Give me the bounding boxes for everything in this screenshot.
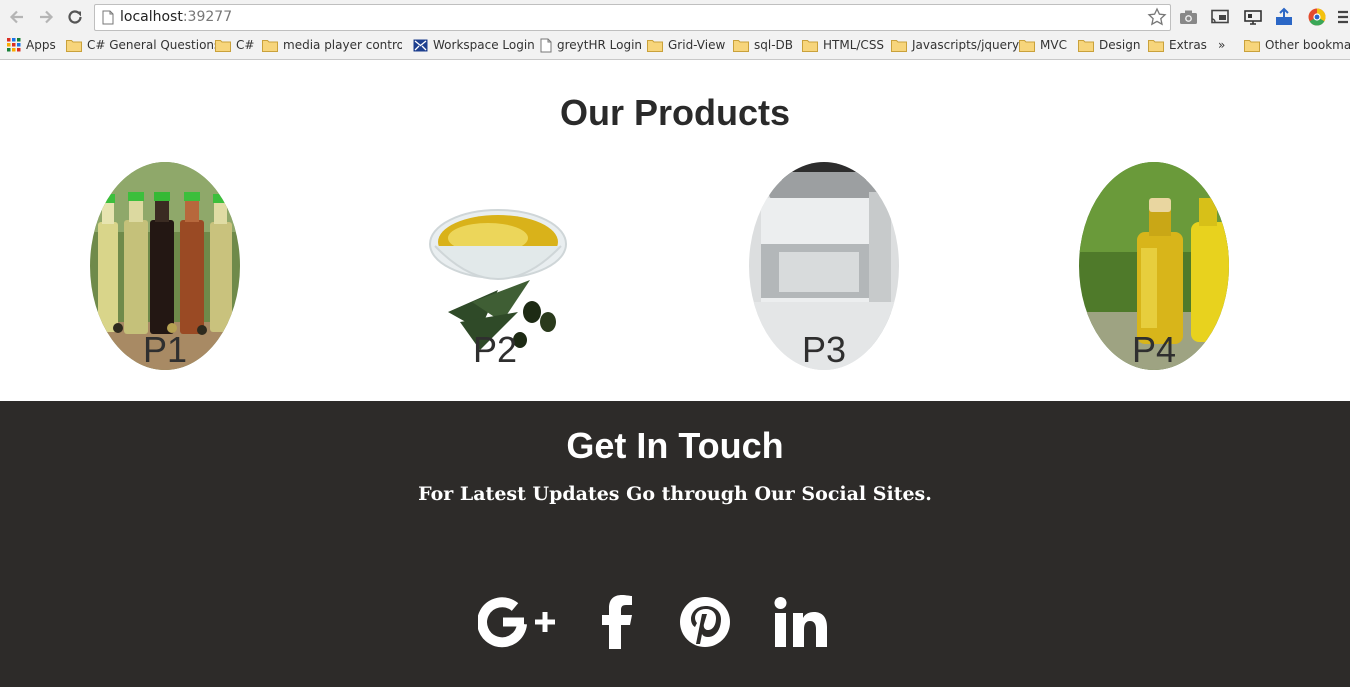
bookmark-label: C# General Questions xyxy=(87,38,221,52)
bookmarks-overflow-button[interactable]: » xyxy=(1218,37,1225,53)
folder-icon xyxy=(215,39,231,52)
overflow-chevron-icon: » xyxy=(1218,38,1226,52)
upload-extension[interactable] xyxy=(1274,7,1294,27)
bookmark-javascripts-jquery[interactable]: Javascripts/jquery xyxy=(891,37,1019,53)
upload-icon xyxy=(1276,7,1292,25)
products-section: Our Products P1 P2 P3 P4 xyxy=(0,60,1350,401)
product-label: P4 xyxy=(1131,329,1177,370)
bookmark-star-icon[interactable] xyxy=(1147,7,1167,27)
bookmark-label: sql-DB xyxy=(754,38,794,52)
product-label: P2 xyxy=(472,329,518,370)
bookmark-label: Grid-View xyxy=(668,38,726,52)
bookmark-label: Extras xyxy=(1169,38,1207,52)
mirror-extension[interactable] xyxy=(1243,7,1263,27)
linkedin-icon xyxy=(774,597,827,647)
folder-icon xyxy=(647,39,663,52)
screen-mirror-icon xyxy=(1244,10,1262,25)
bookmark-html-css[interactable]: HTML/CSS xyxy=(802,37,884,53)
other-bookmarks-label: Other bookmarks xyxy=(1265,38,1350,52)
back-button[interactable] xyxy=(6,6,28,28)
bookmarks-bar: Apps C# General Questions C# media playe… xyxy=(0,34,1350,56)
contact-subtitle: For Latest Updates Go through Our Social… xyxy=(418,483,932,505)
address-bar[interactable]: localhost:39277 xyxy=(94,4,1171,31)
google-plus-link[interactable] xyxy=(477,593,557,651)
contact-section: Get In Touch For Latest Updates Go throu… xyxy=(0,401,1350,687)
bookmark-extras[interactable]: Extras xyxy=(1148,37,1207,53)
folder-icon xyxy=(891,39,907,52)
product-label: P1 xyxy=(142,329,188,370)
folder-icon xyxy=(1148,39,1164,52)
color-picker-icon xyxy=(1308,8,1326,26)
folder-icon xyxy=(1019,39,1035,52)
pinterest-link[interactable] xyxy=(677,593,733,651)
bookmark-label: greytHR Login xyxy=(557,38,643,52)
bookmark-csharp[interactable]: C# xyxy=(215,37,254,53)
bookmark-workspace-login[interactable]: Workspace Login xyxy=(413,37,535,53)
page-icon xyxy=(540,38,552,52)
browser-chrome: localhost:39277 Apps C# General Question… xyxy=(0,0,1350,60)
google-plus-icon xyxy=(478,597,555,648)
bookmark-design[interactable]: Design xyxy=(1078,37,1140,53)
page-icon xyxy=(102,10,114,25)
camera-icon xyxy=(1179,10,1197,24)
apps-grid-icon xyxy=(7,38,21,52)
product-card-p4[interactable]: P4 xyxy=(1079,162,1229,370)
linkedin-link[interactable] xyxy=(772,593,830,651)
bookmark-label: C# xyxy=(236,38,255,52)
bookmark-sql-db[interactable]: sql-DB xyxy=(733,37,793,53)
bookmark-apps[interactable]: Apps xyxy=(7,37,56,53)
cast-icon xyxy=(1211,9,1229,24)
reload-icon xyxy=(68,10,82,24)
bookmark-label: Javascripts/jquery xyxy=(912,38,1020,52)
facebook-link[interactable] xyxy=(597,593,637,651)
back-arrow-icon xyxy=(9,10,23,24)
pinterest-icon xyxy=(680,597,730,647)
forward-button[interactable] xyxy=(35,6,57,28)
reload-button[interactable] xyxy=(64,6,86,28)
bookmark-grid-view[interactable]: Grid-View xyxy=(647,37,725,53)
bookmark-label: MVC xyxy=(1040,38,1067,52)
folder-icon xyxy=(1244,39,1260,52)
bookmark-media-player[interactable]: media player control \ xyxy=(262,37,402,53)
browser-toolbar: localhost:39277 xyxy=(0,0,1350,34)
chrome-menu-button[interactable] xyxy=(1336,7,1350,27)
bookmark-label: Design xyxy=(1099,38,1141,52)
workspace-mail-icon xyxy=(413,39,428,51)
forward-arrow-icon xyxy=(40,10,54,24)
facebook-icon xyxy=(602,595,632,649)
product-label: P3 xyxy=(801,329,847,370)
url-text: localhost:39277 xyxy=(120,9,233,25)
folder-icon xyxy=(802,39,818,52)
other-bookmarks[interactable]: Other bookmarks xyxy=(1244,37,1350,53)
folder-icon xyxy=(262,39,278,52)
bookmark-csharp-general[interactable]: C# General Questions xyxy=(66,37,220,53)
bookmark-mvc[interactable]: MVC xyxy=(1019,37,1067,53)
bookmark-label: Workspace Login xyxy=(433,38,535,52)
cast-extension[interactable] xyxy=(1210,7,1230,27)
camera-extension[interactable] xyxy=(1178,7,1198,27)
bookmark-greythr-login[interactable]: greytHR Login xyxy=(540,37,642,53)
product-card-p3[interactable]: P3 xyxy=(749,162,899,370)
color-extension[interactable] xyxy=(1307,7,1327,27)
bookmark-label: HTML/CSS xyxy=(823,38,885,52)
hamburger-menu-icon xyxy=(1338,10,1348,24)
folder-icon xyxy=(733,39,749,52)
contact-title: Get In Touch xyxy=(566,425,784,466)
folder-icon xyxy=(1078,39,1094,52)
product-card-p1[interactable]: P1 xyxy=(90,162,240,370)
folder-icon xyxy=(66,39,82,52)
bookmark-label: media player control \ xyxy=(283,38,402,52)
products-title: Our Products xyxy=(559,92,791,133)
bookmark-label: Apps xyxy=(26,38,56,52)
product-card-p2[interactable]: P2 xyxy=(420,162,570,370)
